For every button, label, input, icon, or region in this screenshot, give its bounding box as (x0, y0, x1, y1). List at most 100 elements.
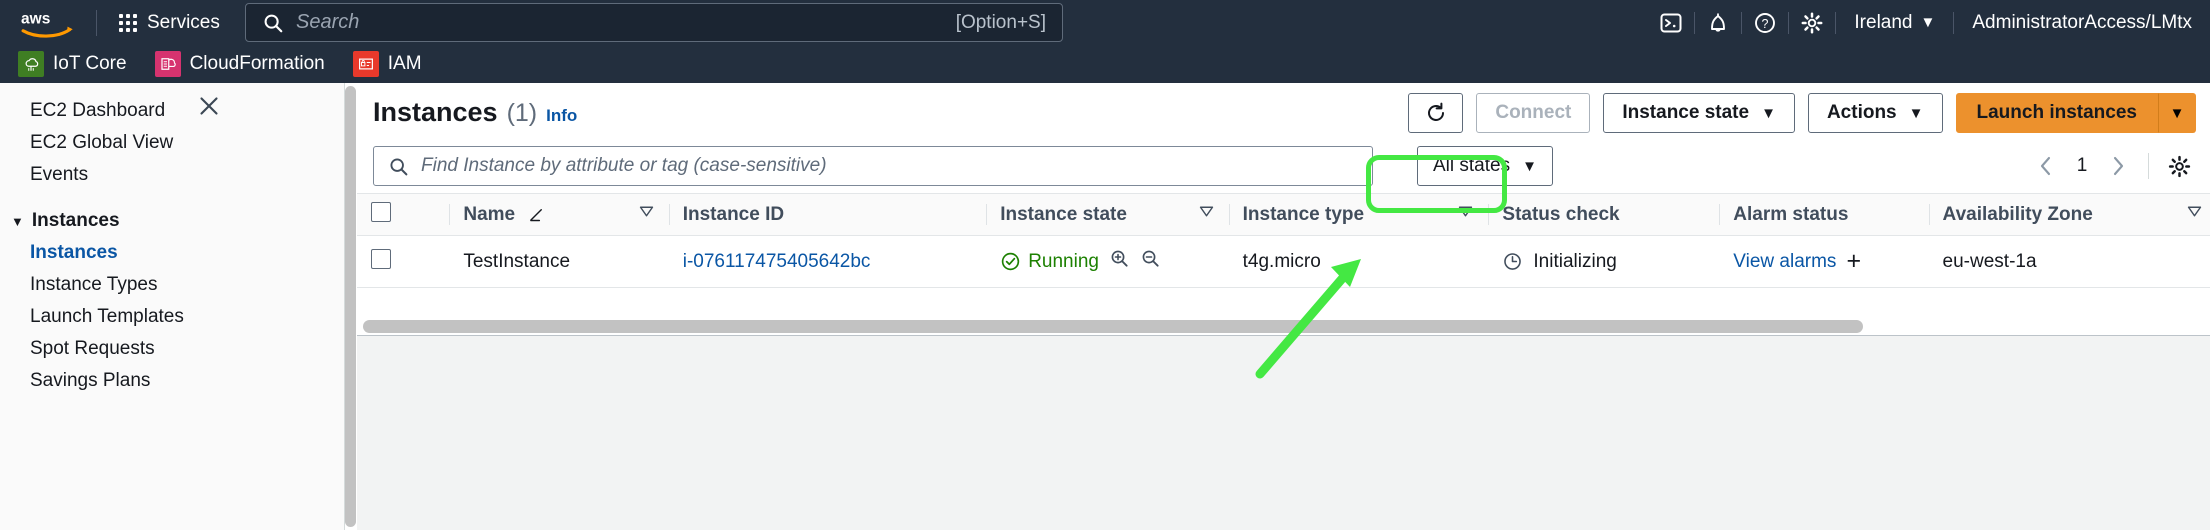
sort-icon[interactable] (1457, 203, 1474, 226)
state-filter-dropdown[interactable]: All states ▼ (1417, 146, 1553, 186)
instances-table-scroll-container: Name Instance ID Instance state Instance… (357, 193, 2210, 336)
sidebar-item-ec2-global-view[interactable]: EC2 Global View (0, 127, 344, 159)
aws-logo[interactable]: aws (20, 8, 82, 38)
select-all-checkbox[interactable] (371, 201, 391, 222)
add-alarm-plus-icon[interactable]: + (1846, 249, 1861, 274)
column-name-label: Name (463, 203, 516, 225)
info-link[interactable]: Info (546, 106, 577, 126)
table-header-row: Name Instance ID Instance state Instance… (357, 193, 2210, 236)
notifications-bell-icon[interactable] (1695, 0, 1741, 45)
global-search-input[interactable]: Search [Option+S] (245, 3, 1063, 42)
sort-icon[interactable] (638, 203, 655, 226)
check-circle-icon (1001, 252, 1020, 271)
edit-pencil-icon[interactable] (527, 205, 546, 224)
refresh-button[interactable] (1408, 93, 1464, 133)
clock-pending-icon (1504, 253, 1522, 270)
column-select-all (357, 193, 450, 236)
launch-instances-button[interactable]: Launch instances (1955, 93, 2158, 133)
cell-instance-id: i-076117475405642bc (668, 235, 987, 288)
column-instance-id: Instance ID (668, 193, 987, 236)
column-instance-type-label: Instance type (1242, 203, 1365, 225)
pagination-next-button[interactable] (2101, 149, 2135, 183)
search-icon (390, 157, 408, 175)
chevron-down-icon: ▼ (1761, 104, 1776, 122)
service-shortcut-bar: IoT Core CloudFormation IAM (0, 45, 2210, 83)
connect-button[interactable]: Connect (1476, 93, 1591, 133)
ec2-sidebar-navigation: EC2 Dashboard EC2 Global View Events ▼ I… (0, 83, 345, 530)
sidebar-item-label: Events (30, 164, 89, 185)
iam-icon (352, 51, 379, 77)
zoom-out-icon[interactable] (1140, 248, 1161, 275)
grid-menu-icon (119, 13, 137, 32)
row-select-checkbox[interactable] (371, 248, 391, 269)
launch-instances-label: Launch instances (1976, 102, 2138, 123)
sidebar-item-events[interactable]: Events (0, 159, 344, 191)
shortcut-iot-core[interactable]: IoT Core (18, 51, 127, 77)
global-search-placeholder: Search (296, 11, 360, 33)
account-menu[interactable]: AdministratorAccess/LMtx (1954, 0, 2210, 45)
table-preferences-gear-icon[interactable] (2162, 149, 2196, 183)
column-instance-state[interactable]: Instance state (986, 193, 1229, 236)
sidebar-group-label: Instances (31, 210, 120, 231)
sidebar-item-label: Savings Plans (30, 370, 151, 391)
column-availability-zone[interactable]: Availability Zone (1928, 193, 2210, 236)
column-instance-type[interactable]: Instance type (1228, 193, 1489, 236)
help-question-icon[interactable]: ? (1742, 0, 1788, 45)
sidebar-item-launch-templates[interactable]: Launch Templates (0, 301, 344, 333)
sidebar-item-spot-requests[interactable]: Spot Requests (0, 333, 344, 365)
top-navigation-bar: aws Services Search [Option+S] ? Ireland… (0, 0, 2210, 45)
sidebar-item-instances[interactable]: Instances (0, 237, 344, 269)
panel-title-group: Instances (1) Info (373, 97, 577, 128)
column-status-check: Status check (1488, 193, 1720, 236)
instance-state-dropdown[interactable]: Instance state ▼ (1603, 93, 1795, 133)
services-label: Services (147, 11, 220, 33)
region-label: Ireland (1854, 11, 1913, 33)
view-alarms-link[interactable]: View alarms (1733, 251, 1836, 273)
chevron-right-icon (2113, 156, 2124, 176)
close-icon (200, 97, 218, 115)
search-input[interactable]: Find Instance by attribute or tag (case-… (373, 146, 1373, 186)
launch-instances-caret-button[interactable]: ▼ (2158, 93, 2196, 133)
chevron-down-icon: ▼ (1522, 157, 1537, 175)
chevron-down-icon: ▼ (1920, 14, 1936, 31)
svg-text:aws: aws (21, 10, 50, 27)
instance-id-link[interactable]: i-076117475405642bc (683, 251, 871, 272)
sidebar-item-label: Spot Requests (30, 338, 155, 359)
main-content-area: Instances (1) Info Connect Instance stat… (357, 83, 2210, 530)
column-name[interactable]: Name (449, 193, 669, 236)
chevron-left-icon (2040, 156, 2051, 176)
shortcut-iam[interactable]: IAM (352, 51, 422, 77)
chevron-down-icon: ▼ (1908, 104, 1924, 122)
column-status-check-label: Status check (1502, 203, 1620, 225)
sidebar-item-savings-plans[interactable]: Savings Plans (0, 365, 344, 397)
cell-row-checkbox (357, 235, 450, 288)
pagination-prev-button[interactable] (2029, 149, 2063, 183)
region-selector[interactable]: Ireland ▼ (1836, 0, 1953, 45)
column-instance-state-label: Instance state (1000, 203, 1127, 225)
connect-label: Connect (1495, 102, 1572, 123)
cell-alarm-status: View alarms + (1719, 235, 1929, 288)
column-alarm-status: Alarm status (1719, 193, 1929, 236)
actions-label: Actions (1826, 102, 1897, 123)
shortcut-cloudformation[interactable]: CloudFormation (154, 51, 325, 77)
pagination-page-1[interactable]: 1 (2067, 155, 2097, 177)
sidebar-scrollbar-thumb[interactable] (345, 86, 356, 527)
cell-availability-zone: eu-west-1a (1928, 235, 2210, 288)
cloudshell-icon[interactable] (1648, 0, 1694, 45)
table-row[interactable]: TestInstance i-076117475405642bc Running… (357, 235, 2210, 288)
sort-icon[interactable] (2186, 203, 2203, 226)
sidebar-group-instances[interactable]: ▼ Instances (0, 205, 344, 237)
column-availability-zone-label: Availability Zone (1942, 203, 2093, 225)
sidebar-item-instance-types[interactable]: Instance Types (0, 269, 344, 301)
sidebar-item-label: EC2 Global View (30, 132, 174, 153)
sidebar-item-ec2-dashboard[interactable]: EC2 Dashboard (0, 95, 344, 127)
table-horizontal-scrollbar-thumb[interactable] (363, 320, 1863, 333)
sort-icon[interactable] (1198, 203, 1215, 226)
settings-gear-icon[interactable] (1789, 0, 1835, 45)
services-menu-button[interactable]: Services (111, 6, 228, 40)
shortcut-cloudformation-label: CloudFormation (189, 53, 325, 74)
instances-table: Name Instance ID Instance state Instance… (357, 193, 2210, 288)
actions-dropdown[interactable]: Actions ▼ (1807, 93, 1943, 133)
zoom-in-icon[interactable] (1109, 248, 1130, 275)
close-sidebar-button[interactable] (196, 93, 222, 119)
